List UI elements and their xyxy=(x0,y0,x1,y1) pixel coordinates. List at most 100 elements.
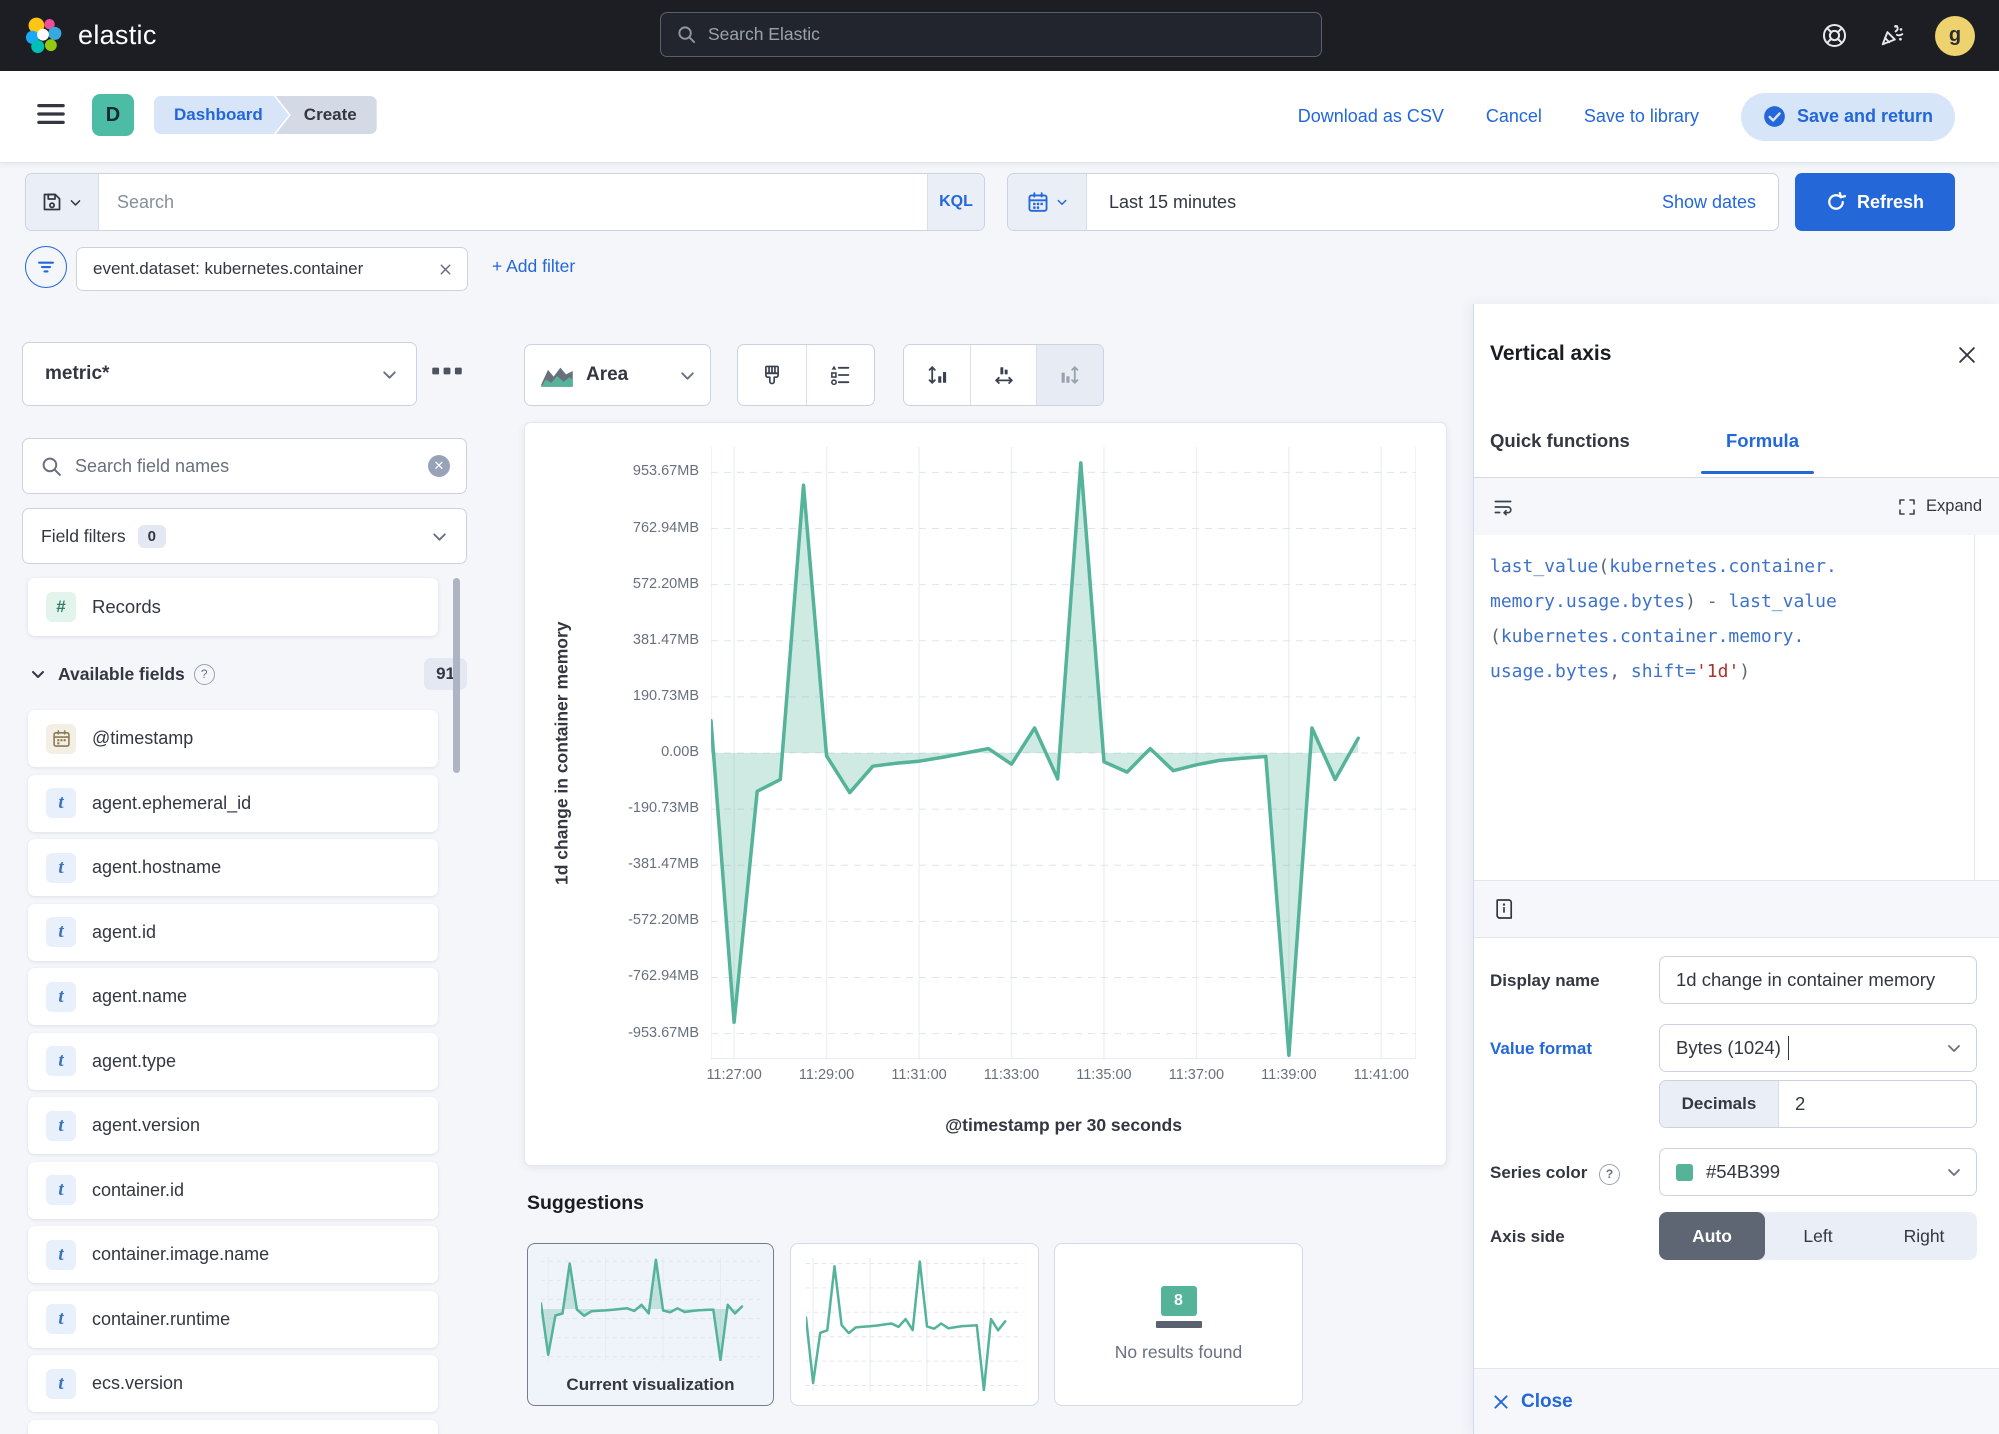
data-view-selector[interactable]: metric* xyxy=(22,342,417,406)
date-quick-menu-button[interactable] xyxy=(1008,174,1087,230)
left-axis-settings-button[interactable] xyxy=(904,345,970,405)
display-name-input[interactable] xyxy=(1659,956,1977,1004)
suggestions-title: Suggestions xyxy=(527,1192,644,1215)
flyout-close-icon[interactable] xyxy=(1956,344,1978,366)
breadcrumb-dashboard[interactable]: Dashboard xyxy=(154,96,289,134)
metric-vis-icon: 8 xyxy=(1156,1286,1202,1328)
axis-side-auto[interactable]: Auto xyxy=(1659,1212,1765,1260)
right-vertical-axis-icon xyxy=(1058,363,1082,387)
remove-filter-icon[interactable] xyxy=(438,262,453,277)
series-color-picker[interactable]: #54B399 xyxy=(1659,1148,1977,1196)
right-axis-settings-button[interactable] xyxy=(1036,345,1103,405)
field-item[interactable]: tcontainer.runtime xyxy=(28,1291,438,1348)
kql-label: KQL xyxy=(939,193,973,211)
value-format-select[interactable]: Bytes (1024) xyxy=(1659,1024,1977,1072)
field-list: @timestamp tagent.ephemeral_id tagent.host… xyxy=(28,710,438,1420)
chart-type-selector[interactable]: Area xyxy=(524,344,711,406)
help-question-icon: ? xyxy=(1599,1164,1620,1185)
available-fields-header[interactable]: Available fields ? 91 xyxy=(22,652,467,696)
field-item[interactable]: tcontainer.id xyxy=(28,1162,438,1219)
legend-settings-button[interactable] xyxy=(806,345,875,405)
kql-search-input[interactable] xyxy=(99,174,927,230)
suggestion-current[interactable]: Current visualization xyxy=(527,1243,774,1406)
flyout-close-button[interactable]: Close xyxy=(1474,1368,1999,1434)
value-format-value: Bytes (1024) xyxy=(1676,1037,1781,1059)
chevron-down-icon xyxy=(679,367,696,384)
field-item[interactable]: tagent.name xyxy=(28,968,438,1025)
panel-options-icon[interactable] xyxy=(430,362,464,380)
axis-side-right[interactable]: Right xyxy=(1871,1212,1977,1260)
help-lifebuoy-icon[interactable] xyxy=(1821,22,1848,49)
field-item[interactable]: tecs.version xyxy=(28,1355,438,1412)
documentation-book-icon[interactable] xyxy=(1492,897,1516,921)
flyout-title: Vertical axis xyxy=(1490,342,1611,366)
tab-quick-functions[interactable]: Quick functions xyxy=(1490,430,1630,452)
show-dates-button[interactable]: Show dates xyxy=(1662,192,1756,213)
field-item[interactable]: t agent.type xyxy=(28,1033,438,1090)
no-results-label: No results found xyxy=(1115,1342,1242,1363)
x-axis-tick-label: 11:29:00 xyxy=(782,1067,872,1083)
tab-formula[interactable]: Formula xyxy=(1726,430,1799,452)
text-field-icon: t xyxy=(46,982,76,1012)
field-search-input[interactable]: Search field names ✕ xyxy=(22,438,467,494)
horizontal-axis-icon xyxy=(992,363,1016,387)
records-field-item[interactable]: # Records xyxy=(28,578,438,636)
text-field-icon: t xyxy=(46,1046,76,1076)
chart-type-label: Area xyxy=(586,364,628,386)
download-csv-link[interactable]: Download as CSV xyxy=(1298,106,1444,127)
bottom-axis-settings-button[interactable] xyxy=(970,345,1037,405)
user-avatar[interactable]: g xyxy=(1935,16,1975,56)
refresh-button[interactable]: Refresh xyxy=(1795,173,1955,231)
field-list-scrollbar[interactable] xyxy=(453,578,460,773)
brush-icon xyxy=(761,364,783,386)
refresh-icon xyxy=(1826,192,1846,212)
expand-icon xyxy=(1897,497,1917,517)
field-item[interactable]: tagent.version xyxy=(28,1097,438,1154)
visual-options-button[interactable] xyxy=(738,345,806,405)
kql-language-button[interactable]: KQL xyxy=(927,174,984,230)
decimals-field[interactable]: Decimals 2 xyxy=(1659,1080,1977,1128)
filter-pill[interactable]: event.dataset: kubernetes.container xyxy=(76,247,468,291)
save-and-return-button[interactable]: Save and return xyxy=(1741,93,1955,141)
main-plot[interactable] xyxy=(711,447,1416,1059)
vertical-axis-icon xyxy=(925,363,949,387)
field-name: container.image.name xyxy=(92,1244,269,1265)
save-to-library-link[interactable]: Save to library xyxy=(1584,106,1699,127)
news-party-popper-icon[interactable] xyxy=(1878,22,1905,49)
axis-side-left[interactable]: Left xyxy=(1765,1212,1871,1260)
word-wrap-icon[interactable] xyxy=(1492,496,1514,518)
field-name: container.runtime xyxy=(92,1309,230,1330)
menu-hamburger-icon[interactable] xyxy=(36,101,66,127)
field-name: agent.type xyxy=(92,1051,176,1072)
suggestion-chart-line xyxy=(806,1258,1023,1391)
y-axis-tick-label: -762.94MB xyxy=(628,968,699,984)
x-axis-title: @timestamp per 30 seconds xyxy=(711,1115,1416,1136)
time-range-value[interactable]: Last 15 minutes xyxy=(1109,192,1236,213)
field-item[interactable]: tagent.ephemeral_id xyxy=(28,775,438,832)
suggestion-metric[interactable]: 8 No results found xyxy=(1054,1243,1303,1406)
cancel-link[interactable]: Cancel xyxy=(1486,106,1542,127)
brand-name: elastic xyxy=(78,20,157,51)
field-item[interactable]: tagent.id xyxy=(28,904,438,961)
elastic-brand[interactable]: elastic xyxy=(22,15,157,57)
suggestion-line[interactable] xyxy=(790,1243,1039,1406)
value-format-label[interactable]: Value format xyxy=(1490,1039,1592,1059)
clear-search-icon[interactable]: ✕ xyxy=(428,455,450,477)
y-axis-labels: 953.67MB762.94MB572.20MB381.47MB190.73MB… xyxy=(581,447,705,1059)
filter-menu-button[interactable] xyxy=(25,246,67,288)
saved-query-menu-button[interactable] xyxy=(26,174,99,230)
search-icon xyxy=(677,25,696,44)
formula-toolbar: Expand xyxy=(1474,478,1999,535)
expand-formula-button[interactable]: Expand xyxy=(1897,497,1982,517)
field-item[interactable]: @timestamp xyxy=(28,710,438,767)
expand-label: Expand xyxy=(1926,497,1982,516)
y-axis-tick-label: -953.67MB xyxy=(628,1025,699,1041)
help-question-icon: ? xyxy=(194,664,215,685)
formula-code[interactable]: last_value(kubernetes.container.memory.u… xyxy=(1474,535,1999,880)
global-search-input[interactable]: Search Elastic xyxy=(660,12,1322,57)
add-filter-button[interactable]: + Add filter xyxy=(492,256,575,277)
field-item[interactable]: tcontainer.image.name xyxy=(28,1226,438,1283)
field-filters-dropdown[interactable]: Field filters 0 xyxy=(22,508,467,564)
dashboard-app-badge[interactable]: D xyxy=(92,94,134,136)
field-item[interactable]: tagent.hostname xyxy=(28,839,438,896)
